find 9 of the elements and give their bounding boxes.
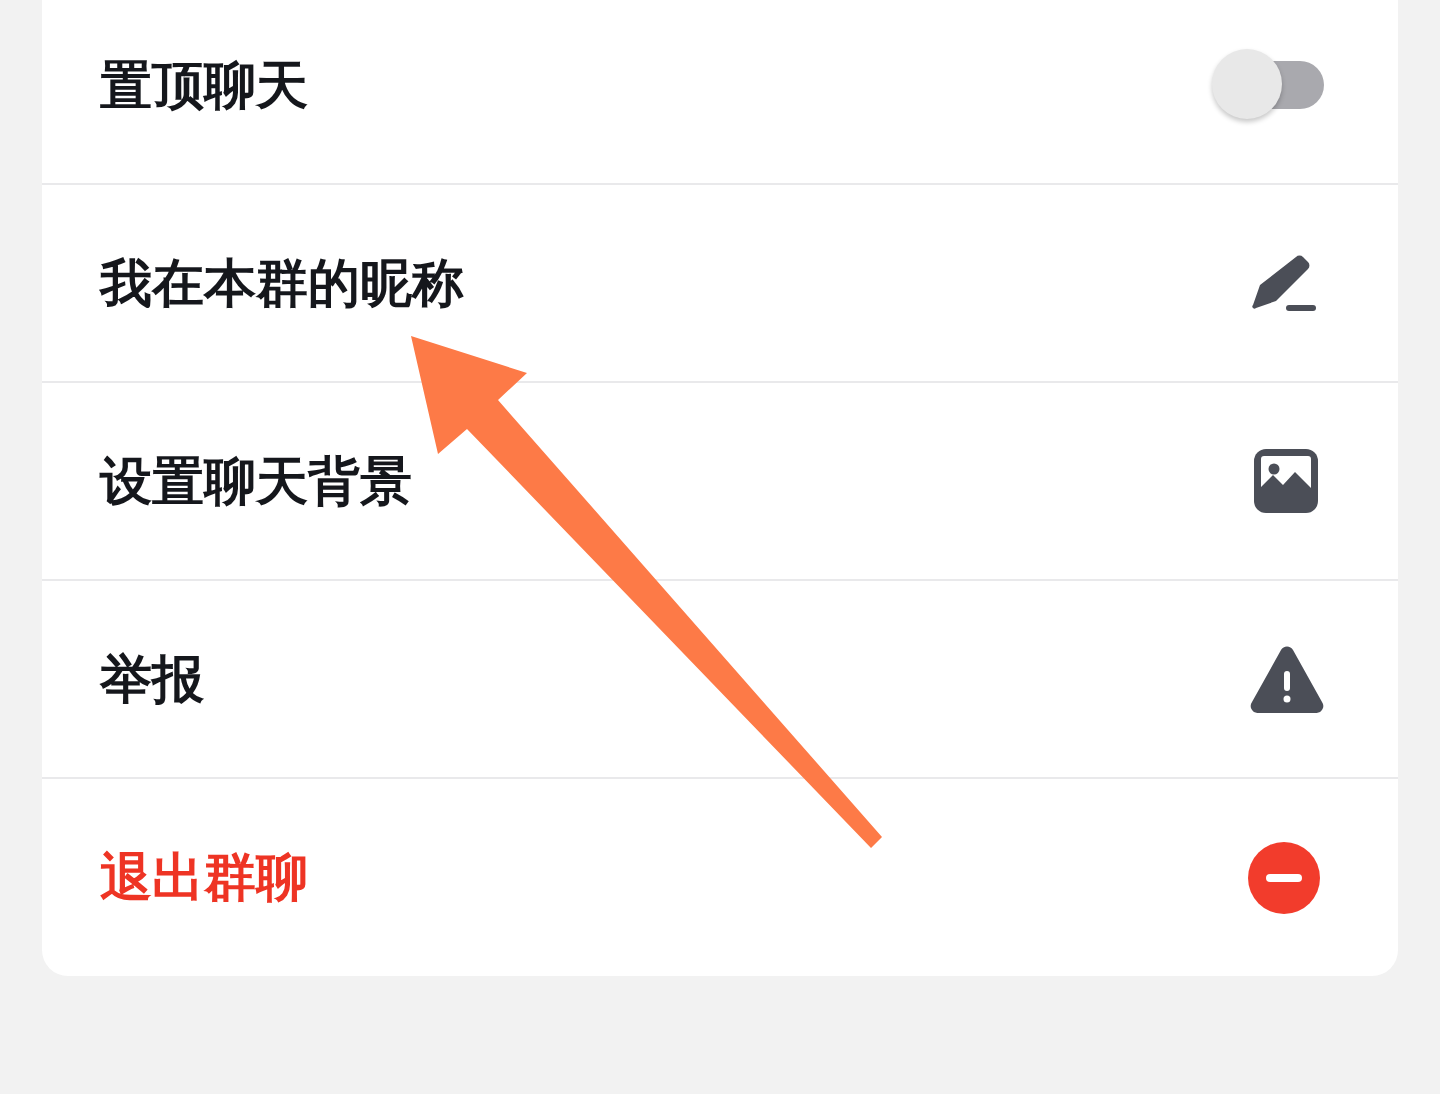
setting-label[interactable]: 设置聊天背景 bbox=[100, 449, 412, 513]
setting-label[interactable]: 退出群聊 bbox=[100, 846, 308, 909]
picture-icon[interactable] bbox=[1254, 449, 1318, 513]
minus-circle-icon[interactable] bbox=[1248, 841, 1320, 914]
pencil-icon[interactable] bbox=[1252, 254, 1316, 312]
warning-icon[interactable] bbox=[1250, 645, 1324, 713]
setting-label[interactable]: 举报 bbox=[100, 647, 204, 711]
setting-label[interactable]: 我在本群的昵称 bbox=[100, 251, 464, 315]
setting-label[interactable]: 置顶聊天 bbox=[100, 53, 308, 117]
